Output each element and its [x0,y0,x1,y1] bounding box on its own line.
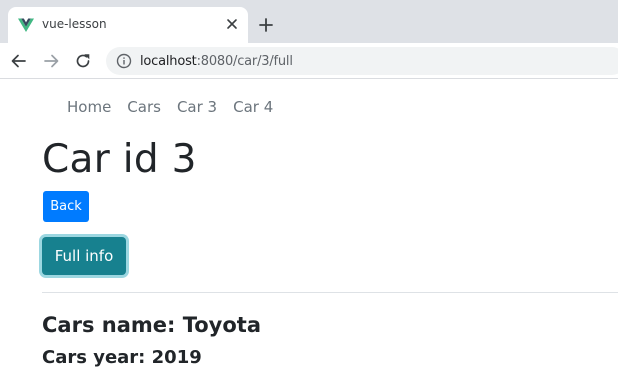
new-tab-icon[interactable] [257,16,275,34]
url-path: :8080/car/3/full [196,54,293,69]
divider [42,292,618,293]
nav-link-home[interactable]: Home [59,98,119,116]
address-bar[interactable]: localhost:8080/car/3/full [106,47,618,75]
car-year: Cars year: 2019 [42,347,202,368]
page-title: Car id 3 [42,137,197,182]
reload-icon[interactable] [73,51,93,71]
info-icon[interactable] [116,53,132,69]
browser-tab[interactable]: vue-lesson [8,7,248,43]
nav-link-car-3[interactable]: Car 3 [169,98,225,116]
forward-arrow-icon[interactable] [41,51,61,71]
full-info-button[interactable]: Full info [42,237,126,275]
tab-title: vue-lesson [42,17,107,31]
back-arrow-icon[interactable] [9,51,29,71]
browser-tab-strip: vue-lesson [0,0,618,43]
vue-logo-icon [18,18,34,32]
page-content: Home Cars Car 3 Car 4 Car id 3 Back Full… [0,79,618,376]
back-button[interactable]: Back [43,191,89,222]
nav-link-cars[interactable]: Cars [119,98,169,116]
browser-toolbar: localhost:8080/car/3/full [0,43,618,79]
close-icon[interactable] [224,16,240,32]
url-text[interactable]: localhost:8080/car/3/full [140,54,293,69]
url-host: localhost [140,54,197,69]
car-name: Cars name: Toyota [42,313,261,337]
nav-link-car-4[interactable]: Car 4 [225,98,281,116]
site-nav: Home Cars Car 3 Car 4 [59,98,281,116]
